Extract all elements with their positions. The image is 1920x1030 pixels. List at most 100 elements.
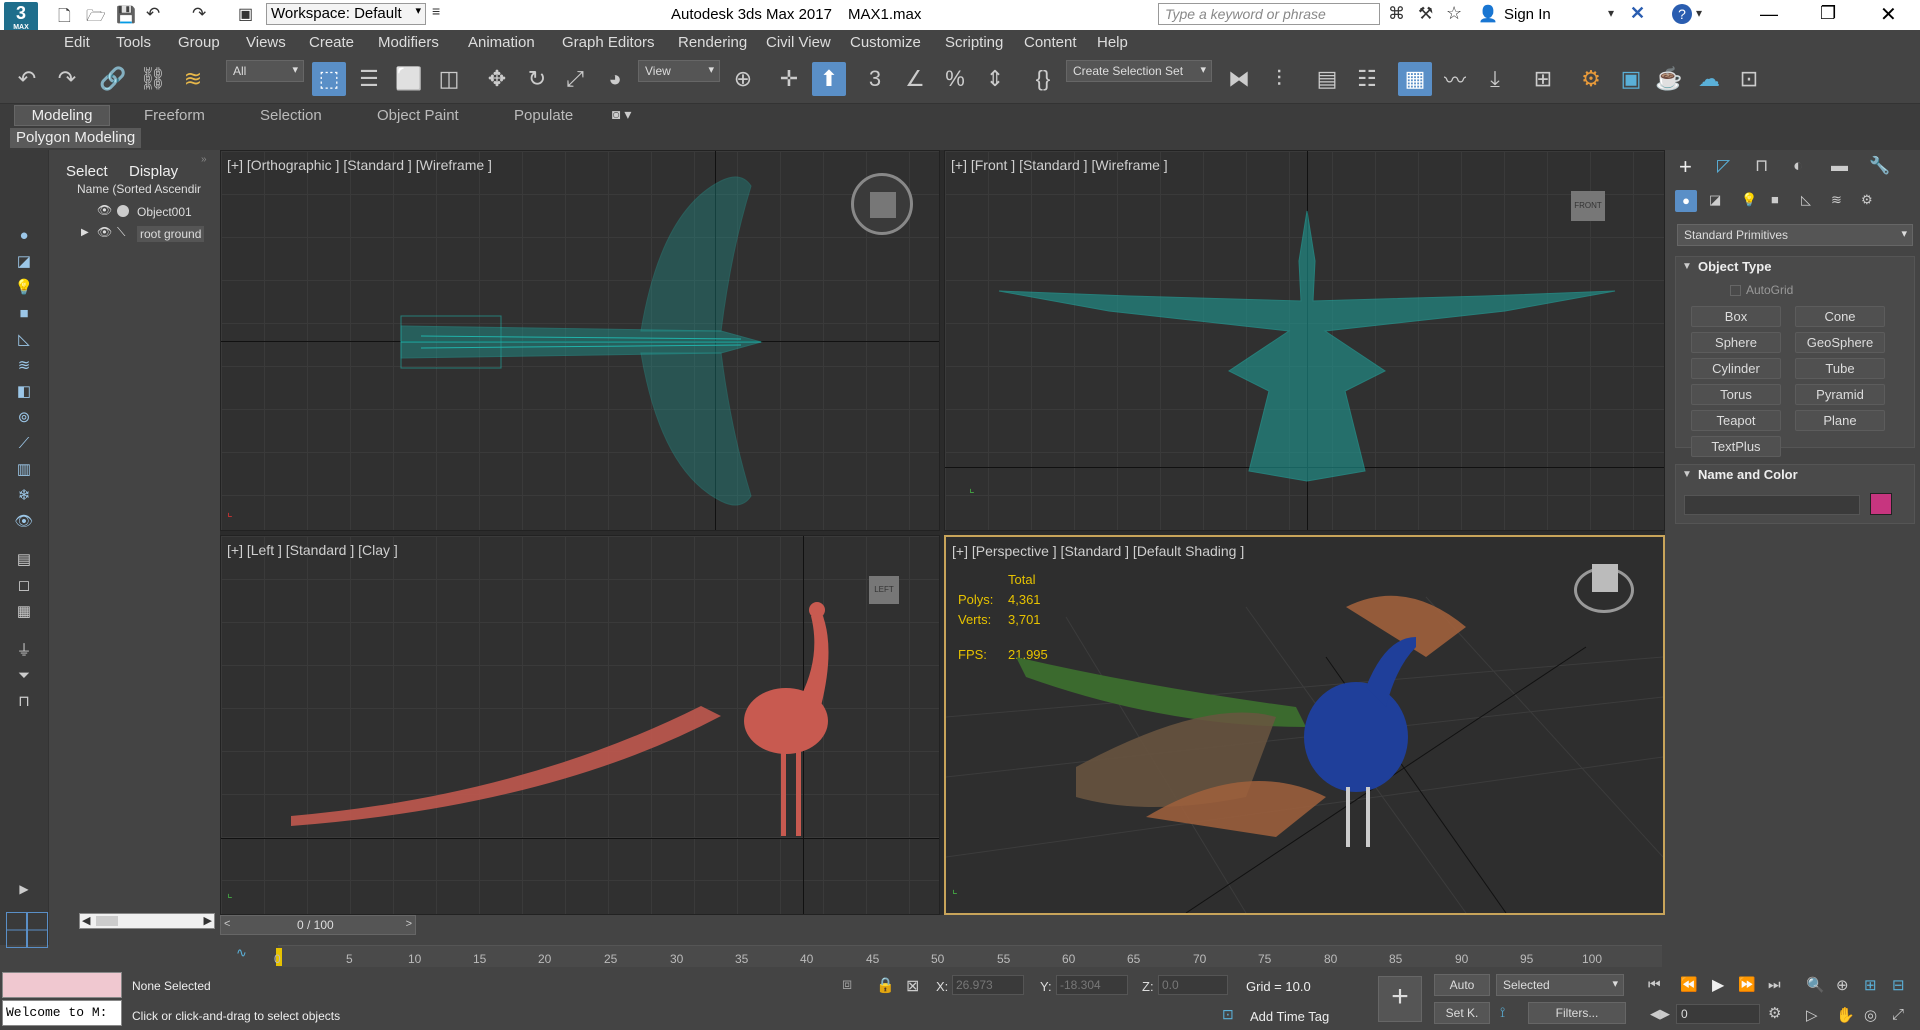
layer-manager-icon[interactable]: ▤ [1310, 62, 1344, 96]
angle-snap-icon[interactable]: ∠ [898, 62, 932, 96]
close-icon[interactable]: ✕ [1880, 2, 1897, 27]
torus-button[interactable]: Torus [1691, 384, 1781, 405]
modify-tab-icon[interactable]: ◸ [1717, 156, 1730, 176]
viewport-left[interactable]: [+] [Left ] [Standard ] [Clay ] LEFT ⌞ [220, 535, 940, 915]
isolate-selection-icon[interactable]: ⧈ [842, 976, 852, 994]
selection-lock-icon[interactable]: 🔒 [876, 976, 895, 994]
peacock-wireframe-front[interactable] [945, 151, 1665, 531]
tube-button[interactable]: Tube [1795, 358, 1885, 379]
menu-animation[interactable]: Animation [468, 34, 535, 51]
toggle-ribbon-icon[interactable]: ▦ [1398, 62, 1432, 96]
select-object-icon[interactable]: ⬚ [312, 62, 346, 96]
a360-gallery-icon[interactable]: ⊡ [1732, 62, 1766, 96]
render-in-cloud-icon[interactable]: ☁ [1692, 62, 1726, 96]
previous-frame-icon[interactable]: ⏪ [1680, 976, 1697, 993]
expand-panel-icon[interactable]: ▶ [12, 878, 36, 900]
key-filter-add-button[interactable]: + [1378, 976, 1422, 1022]
go-to-end-icon[interactable]: ⏭ [1768, 976, 1781, 993]
horizontal-scrollbar[interactable]: ◀ ▶ [79, 913, 215, 929]
textplus-button[interactable]: TextPlus [1691, 436, 1781, 457]
redo-icon[interactable]: ↷ [192, 4, 206, 24]
absolute-mode-icon[interactable]: ⊠ [906, 976, 919, 996]
cone-button[interactable]: Cone [1795, 306, 1885, 327]
rollout-collapse-icon[interactable]: ▼ [1682, 261, 1692, 272]
curve-editor-mini-icon[interactable]: ∿ [236, 945, 247, 961]
schematic-view-icon[interactable]: ⤓ [1478, 62, 1512, 96]
exchange-apps-icon[interactable]: ✕ [1630, 3, 1645, 24]
viewport-layout-icon[interactable] [6, 912, 48, 948]
keyboard-shortcut-toggle-icon[interactable]: ⬆ [812, 62, 846, 96]
motion-tab-icon[interactable]: ◐ [1793, 156, 1803, 176]
key-mode-toggle-icon[interactable]: ◀▶ [1650, 1006, 1670, 1022]
maxscript-listener-pink[interactable] [2, 972, 122, 998]
primitive-type-dropdown[interactable]: Standard Primitives [1677, 224, 1913, 246]
rect-selection-icon[interactable]: ⬜ [392, 62, 426, 96]
project-folder-icon[interactable]: ▣ [238, 4, 253, 24]
menu-create[interactable]: Create [309, 34, 354, 51]
display-dependents-icon[interactable]: ▦ [12, 600, 36, 622]
scene-tab-display[interactable]: Display [129, 163, 178, 180]
box-button[interactable]: Box [1691, 306, 1781, 327]
maxscript-listener-white[interactable]: Welcome to M: [2, 1000, 122, 1026]
help-dropdown-icon[interactable]: ▾ [1696, 6, 1702, 20]
tab-modeling[interactable]: Modeling [14, 105, 110, 126]
x-coord-field[interactable]: 26.973 [952, 975, 1024, 995]
scene-tab-select[interactable]: Select [66, 163, 108, 180]
undo-icon[interactable]: ↶ [10, 62, 44, 96]
menu-group[interactable]: Group [178, 34, 220, 51]
time-tag-icon[interactable]: ⊡ [1222, 1006, 1234, 1023]
binoculars-icon[interactable]: ⌘ [1388, 4, 1405, 24]
pan-view-icon[interactable]: ✋ [1836, 1006, 1855, 1024]
placement-icon[interactable]: ◕ [598, 62, 632, 96]
scroll-thumb[interactable] [96, 916, 118, 926]
geosphere-button[interactable]: GeoSphere [1795, 332, 1885, 353]
y-coord-field[interactable]: -18.304 [1056, 975, 1128, 995]
move-icon[interactable]: ✥ [480, 62, 514, 96]
go-to-start-icon[interactable]: ⏮ [1648, 976, 1661, 993]
autogrid-checkbox[interactable] [1730, 285, 1741, 296]
menu-help[interactable]: Help [1097, 34, 1128, 51]
display-xrefs-icon[interactable]: ⊚ [12, 406, 36, 428]
object-color-swatch[interactable] [1870, 493, 1892, 515]
current-frame-field[interactable]: 0 [1676, 1004, 1760, 1024]
display-helpers-icon[interactable]: ◺ [12, 328, 36, 350]
mirror-icon[interactable]: ⧓ [1222, 62, 1256, 96]
list-item[interactable]: 👁 Object001 [77, 202, 219, 222]
polygon-modeling-panel[interactable]: Polygon Modeling [10, 128, 142, 148]
zoom-extents-all-icon[interactable]: ⊟ [1892, 976, 1905, 994]
viewcube-compass[interactable] [851, 173, 913, 235]
help-icon[interactable]: ? [1672, 4, 1692, 24]
unlink-icon[interactable]: ⛓ [136, 62, 170, 96]
play-icon[interactable]: ▶ [1712, 975, 1724, 995]
create-tab-icon[interactable]: + [1679, 154, 1692, 180]
orbit-icon[interactable]: ◎ [1864, 1006, 1877, 1024]
time-slider-next-icon[interactable]: > [406, 918, 412, 930]
rollout-collapse-icon[interactable]: ▼ [1682, 469, 1692, 480]
new-file-icon[interactable]: 🗋 [58, 5, 71, 32]
viewcube-front[interactable]: FRONT [1571, 191, 1605, 221]
visibility-eye-icon[interactable]: 👁 [97, 203, 112, 217]
add-time-tag-link[interactable]: Add Time Tag [1250, 1009, 1329, 1024]
systems-category-icon[interactable]: ⚙ [1861, 192, 1873, 208]
time-slider-prev-icon[interactable]: < [224, 918, 230, 930]
material-editor-icon[interactable]: ⊞ [1526, 62, 1560, 96]
scale-icon[interactable]: ⤢ [558, 62, 592, 96]
display-cameras-icon[interactable]: ■ [12, 302, 36, 324]
peacock-shaded-model[interactable] [946, 537, 1663, 913]
select-manipulate-icon[interactable]: ✛ [772, 62, 806, 96]
visibility-eye-icon[interactable]: 👁 [97, 225, 112, 239]
set-key-button[interactable]: Set K. [1434, 1002, 1490, 1024]
subscription-icon[interactable]: ⚒ [1418, 4, 1433, 24]
display-children-icon[interactable]: ▤ [12, 548, 36, 570]
key-filters-button[interactable]: Filters... [1528, 1002, 1626, 1024]
peacock-clay-side[interactable] [221, 536, 940, 915]
sphere-button[interactable]: Sphere [1691, 332, 1781, 353]
viewport-front[interactable]: [+] [Front ] [Standard ] [Wireframe ] FR… [944, 150, 1665, 531]
display-particles-icon[interactable]: ❄ [12, 484, 36, 506]
viewport-perspective[interactable]: [+] [Perspective ] [Standard ] [Default … [944, 535, 1665, 915]
field-of-view-icon[interactable]: ▷ [1806, 1006, 1818, 1024]
scene-column-header[interactable]: Name (Sorted Ascendir [77, 180, 219, 200]
percent-snap-icon[interactable]: % [938, 62, 972, 96]
bind-space-warp-icon[interactable]: ≋ [176, 62, 210, 96]
display-hidden-icon[interactable]: 👁 [12, 510, 36, 532]
